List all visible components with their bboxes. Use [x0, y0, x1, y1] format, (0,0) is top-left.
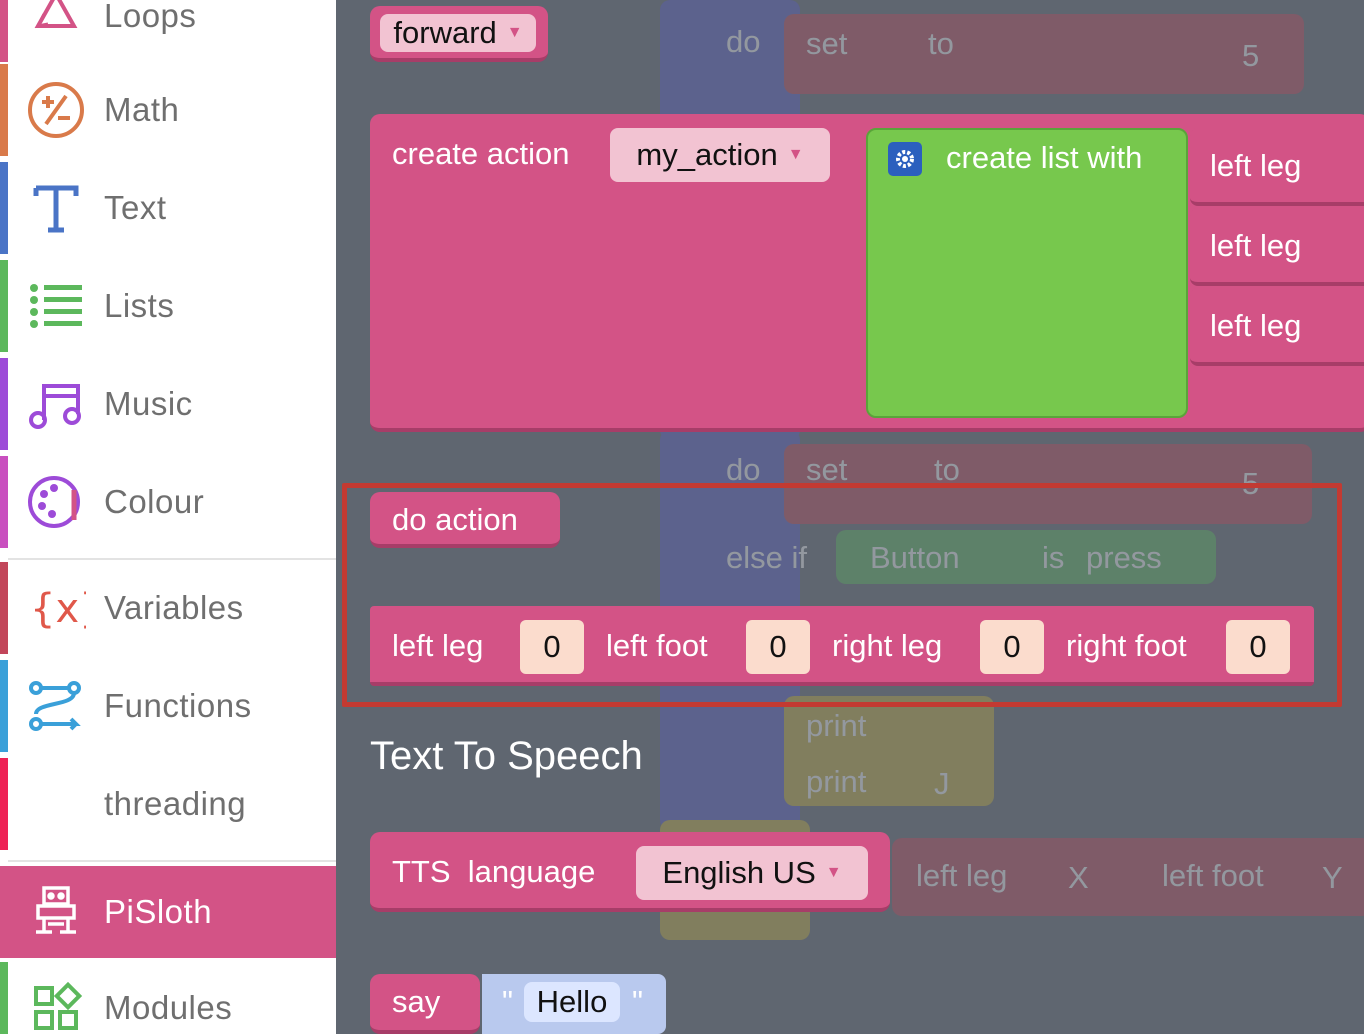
category-color-bar	[0, 562, 8, 654]
math-icon	[26, 80, 86, 140]
toolbox-sidebar: Loops Math Text Lists Music Colour {x Va…	[0, 0, 336, 1034]
category-color-bar	[0, 358, 8, 450]
category-label: Colour	[104, 483, 205, 520]
list-item-block[interactable]: left leg	[1190, 128, 1364, 206]
category-label: Music	[104, 385, 193, 422]
category-label: Variables	[104, 589, 244, 626]
category-music[interactable]: Music	[0, 358, 336, 450]
bg-text: J	[934, 766, 950, 801]
category-text[interactable]: Text	[0, 162, 336, 254]
category-color-bar	[0, 0, 8, 62]
dropdown-arrow-icon: ▼	[825, 864, 842, 881]
category-label: Lists	[104, 287, 175, 324]
list-item-block[interactable]: left leg	[1190, 288, 1364, 366]
gear-icon[interactable]	[888, 142, 922, 176]
bg-text: to	[928, 26, 954, 61]
category-separator	[8, 860, 336, 862]
category-threading[interactable]: threading	[0, 758, 336, 850]
create-action-label: create action	[392, 136, 570, 171]
direction-dropdown[interactable]: forward ▼	[380, 14, 536, 52]
colour-icon	[26, 472, 86, 532]
category-label: threading	[104, 785, 247, 822]
list-item-label: left leg	[1210, 228, 1302, 263]
section-heading: Text To Speech	[370, 734, 643, 778]
bg-text: do	[726, 24, 761, 59]
functions-icon	[26, 676, 86, 736]
category-color-bar	[0, 64, 8, 156]
language-value: English US	[662, 855, 816, 890]
category-separator	[8, 558, 336, 560]
tts-language-label: TTS language	[392, 854, 596, 889]
close-quote: "	[632, 984, 644, 1019]
modules-icon	[26, 978, 86, 1034]
bg-text: set	[806, 26, 848, 61]
category-color-bar	[0, 456, 8, 548]
forward-block[interactable]: forward ▼	[370, 6, 548, 62]
category-color-bar	[0, 660, 8, 752]
dropdown-arrow-icon: ▼	[506, 24, 523, 41]
category-loops[interactable]: Loops	[0, 0, 336, 62]
create-list-block[interactable]: create list with	[866, 128, 1188, 418]
category-functions[interactable]: Functions	[0, 660, 336, 752]
category-color-bar	[0, 162, 8, 254]
action-name-dropdown[interactable]: my_action ▼	[610, 128, 830, 182]
category-color-bar	[0, 260, 8, 352]
create-list-label: create list with	[946, 140, 1143, 175]
say-text-field[interactable]: Hello	[524, 982, 620, 1022]
loops-icon	[26, 0, 86, 46]
category-modules[interactable]: Modules	[0, 962, 336, 1034]
action-name-value: my_action	[636, 137, 778, 172]
bg-text: left foot	[1162, 858, 1264, 893]
open-quote: "	[502, 984, 514, 1019]
variables-icon: {x}	[26, 578, 86, 638]
dropdown-arrow-icon: ▼	[787, 146, 804, 163]
language-dropdown[interactable]: English US ▼	[636, 846, 868, 900]
list-item-label: left leg	[1210, 148, 1302, 183]
category-variables[interactable]: {x} Variables	[0, 562, 336, 654]
bg-text: Y	[1322, 860, 1343, 895]
create-action-block[interactable]: create action my_action ▼ create list wi…	[370, 114, 1364, 432]
bg-text: print	[806, 708, 867, 743]
music-icon	[26, 374, 86, 434]
category-label: PiSloth	[104, 893, 213, 930]
workspace-canvas[interactable]: do set to 5 do set to 5 else if Button i…	[336, 0, 1364, 1034]
bg-text: X	[1068, 860, 1089, 895]
category-label: Functions	[104, 687, 252, 724]
say-label: say	[392, 984, 441, 1019]
bg-text: left leg	[916, 858, 1008, 893]
say-block[interactable]: say	[370, 974, 480, 1034]
category-pisloth[interactable]: PiSloth	[0, 866, 336, 958]
highlight-box	[342, 483, 1342, 707]
lists-icon	[26, 276, 86, 336]
category-color-bar	[0, 962, 8, 1034]
category-colour[interactable]: Colour	[0, 456, 336, 548]
category-label: Modules	[104, 989, 233, 1026]
text-icon	[26, 178, 86, 238]
bg-text: 5	[1242, 38, 1260, 73]
text-string-block[interactable]: " Hello "	[482, 974, 666, 1034]
list-item-label: left leg	[1210, 308, 1302, 343]
robot-icon	[26, 882, 86, 942]
category-label: Loops	[104, 0, 197, 34]
category-label: Math	[104, 91, 180, 128]
category-lists[interactable]: Lists	[0, 260, 336, 352]
svg-text:{x}: {x}	[30, 586, 86, 632]
category-color-bar	[0, 758, 8, 850]
bg-text: print	[806, 764, 867, 799]
category-label: Text	[104, 189, 167, 226]
direction-value: forward	[393, 15, 497, 50]
tts-language-block[interactable]: TTS language English US ▼	[370, 832, 890, 912]
list-item-block[interactable]: left leg	[1190, 208, 1364, 286]
category-math[interactable]: Math	[0, 64, 336, 156]
bg-set-block	[784, 14, 1304, 94]
